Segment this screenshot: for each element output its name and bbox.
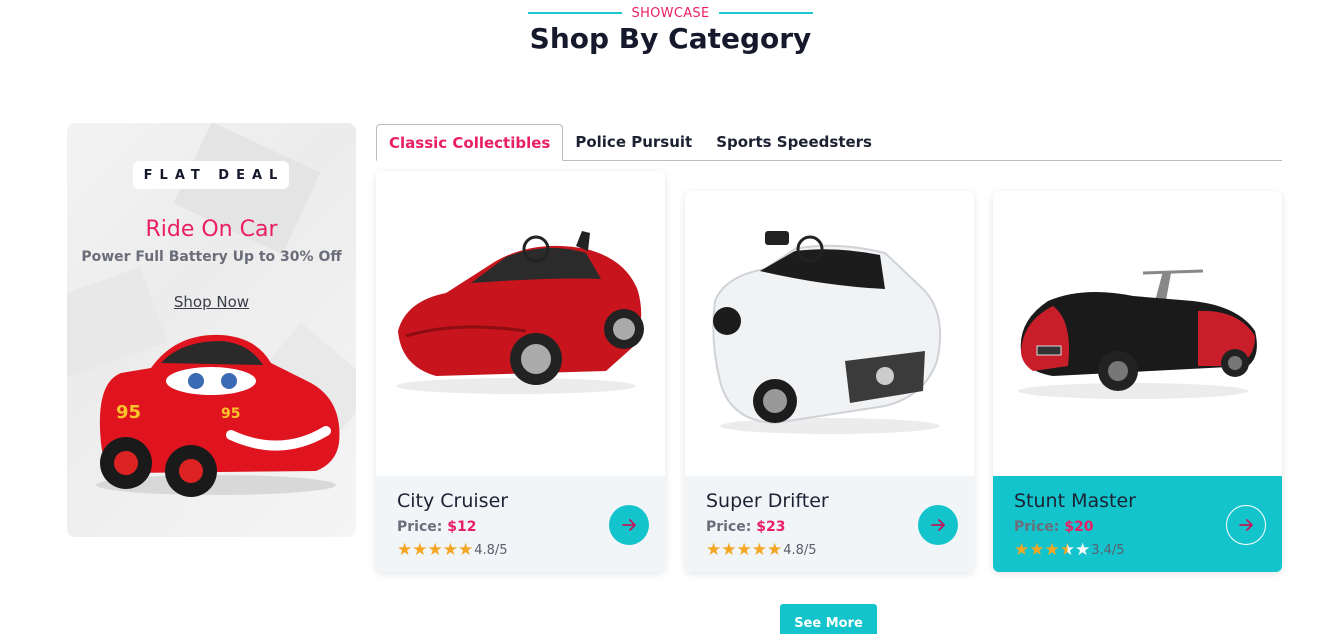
rating-stars: ★ ★ ★ ★ ★ 4.8/5 (397, 541, 508, 559)
product-price: Price: $23 (706, 519, 785, 535)
product-card[interactable]: Stunt Master Price: $20 ★ ★ ★ ★ ★ 3.4/5 (993, 191, 1282, 572)
product-info: City Cruiser Price: $12 ★ ★ ★ ★ ★ 4.8/5 (376, 476, 665, 572)
promo-car-image: 95 95 (96, 334, 340, 497)
product-info: Stunt Master Price: $20 ★ ★ ★ ★ ★ 3.4/5 (993, 476, 1282, 572)
star-icon: ★ (751, 540, 767, 560)
rating-text: 4.8/5 (474, 542, 508, 558)
rating-stars: ★ ★ ★ ★ ★ 3.4/5 (1014, 541, 1125, 559)
arrow-right-icon (622, 519, 636, 531)
product-price: Price: $12 (397, 519, 476, 535)
star-icon: ★ (458, 540, 474, 560)
star-icon: ★ (397, 540, 413, 560)
eyebrow-line-right (719, 12, 814, 14)
rating-text: 3.4/5 (1091, 542, 1125, 558)
section-title: Shop By Category (529, 22, 812, 55)
rating-stars: ★ ★ ★ ★ ★ 4.8/5 (706, 541, 817, 559)
product-card[interactable]: Super Drifter Price: $23 ★ ★ ★ ★ ★ 4.8/5 (685, 191, 974, 572)
price-label: Price: (397, 519, 443, 535)
promo-subtitle: Power Full Battery Up to 30% Off (81, 249, 342, 265)
svg-text:95: 95 (221, 406, 240, 422)
tab-classic-collectibles[interactable]: Classic Collectibles (376, 124, 564, 161)
promo-title: Ride On Car (145, 217, 278, 242)
arrow-right-button[interactable] (1226, 505, 1266, 545)
star-icon: ★ (706, 540, 722, 560)
star-icon: ★ (1029, 540, 1045, 560)
star-half-icon: ★ (1059, 540, 1075, 560)
price-label: Price: (706, 519, 752, 535)
arrow-right-icon (1239, 519, 1253, 531)
product-name: Stunt Master (1014, 490, 1136, 512)
star-icon: ★ (1014, 540, 1030, 560)
section-eyebrow: SHOWCASE (0, 4, 1341, 22)
tab-police-pursuit[interactable]: Police Pursuit (563, 123, 704, 160)
star-icon: ★ (767, 540, 783, 560)
star-icon: ★ (721, 540, 737, 560)
arrow-right-button[interactable] (609, 505, 649, 545)
star-icon: ★ (736, 540, 752, 560)
product-card[interactable]: City Cruiser Price: $12 ★ ★ ★ ★ ★ 4.8/5 (376, 171, 665, 572)
eyebrow-text: SHOWCASE (631, 5, 710, 21)
see-more-button[interactable]: See More (780, 604, 877, 634)
product-image (396, 231, 644, 394)
star-icon: ★ (442, 540, 458, 560)
shop-now-link[interactable]: Shop Now (67, 293, 356, 311)
star-icon: ★ (1044, 540, 1060, 560)
eyebrow-line-left (527, 12, 622, 14)
arrow-right-icon (931, 519, 945, 531)
deal-badge: FLAT DEAL (133, 161, 289, 189)
arrow-right-button[interactable] (918, 505, 958, 545)
promo-card: FLAT DEAL Ride On Car Power Full Battery… (67, 123, 356, 537)
price-value: $12 (447, 519, 477, 535)
product-image (712, 231, 942, 434)
product-image (1018, 269, 1257, 399)
product-info: Super Drifter Price: $23 ★ ★ ★ ★ ★ 4.8/5 (685, 476, 974, 572)
price-value: $23 (756, 519, 786, 535)
product-name: Super Drifter (706, 490, 829, 512)
star-icon: ★ (427, 540, 443, 560)
tab-sports-speedsters[interactable]: Sports Speedsters (704, 123, 884, 160)
star-empty-icon: ★ (1075, 540, 1091, 560)
svg-text:95: 95 (116, 402, 141, 423)
rating-text: 4.8/5 (783, 542, 817, 558)
price-value: $20 (1064, 519, 1094, 535)
price-label: Price: (1014, 519, 1060, 535)
product-name: City Cruiser (397, 490, 509, 512)
product-price: Price: $20 (1014, 519, 1093, 535)
star-icon: ★ (412, 540, 428, 560)
category-tabs: Classic Collectibles Police Pursuit Spor… (376, 124, 1282, 161)
